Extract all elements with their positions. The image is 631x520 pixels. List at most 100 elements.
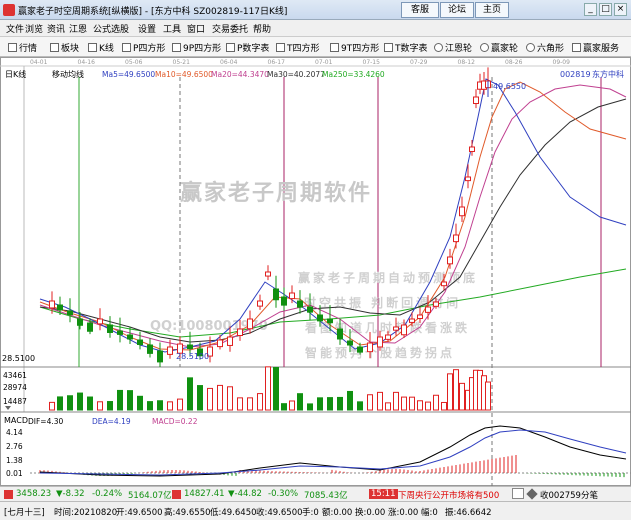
macd-tick: 1.38 — [6, 456, 23, 465]
volume-bar — [385, 402, 391, 411]
menu-trade[interactable]: 交易委托 — [212, 22, 248, 35]
customer-service-link[interactable]: 客服 — [401, 2, 439, 18]
candle-body — [469, 146, 475, 152]
volume-bar — [67, 395, 73, 411]
menu-tools[interactable]: 工具 — [163, 22, 181, 35]
sh-index-percent: -0.24% — [92, 489, 123, 499]
menu-help[interactable]: 帮助 — [253, 22, 271, 35]
volume-bar — [485, 381, 491, 411]
chart-svg[interactable]: 04-01 04-16 05-06 05-21 06-04 06-17 07-01 07-15… — [0, 57, 631, 486]
macd-value-label: MACD=0.22 — [152, 417, 198, 426]
tool-t-square[interactable]: T四方形 — [276, 41, 320, 54]
menu-window[interactable]: 窗口 — [187, 22, 205, 35]
volume-bar — [97, 401, 103, 411]
p-number-icon — [226, 43, 235, 52]
macd-tick: 0.01 — [6, 469, 23, 478]
gann-wheel-icon — [434, 43, 443, 52]
volume-bar — [237, 397, 243, 411]
volume-bar — [433, 394, 439, 411]
shenzhen-index-icon — [172, 490, 181, 499]
candle-body — [77, 318, 83, 326]
status-close: 收:49.6500 — [256, 508, 303, 518]
tool-sector[interactable]: 板块 — [50, 41, 79, 54]
candle-body — [87, 322, 93, 332]
tool-hexagon[interactable]: 六角形 — [526, 41, 564, 54]
menu-news[interactable]: 资讯 — [47, 22, 65, 35]
macd-label: MACD — [4, 416, 28, 425]
candle-body — [57, 304, 63, 311]
volume-bar — [127, 390, 133, 411]
candle-body — [49, 300, 55, 309]
volume-bar — [327, 397, 333, 411]
minimize-button[interactable]: _ — [584, 3, 597, 16]
volume-bar — [347, 390, 353, 411]
tool-kline[interactable]: K线 — [88, 41, 114, 54]
volume-bar — [187, 377, 193, 411]
lunar-date: [七月十三] — [4, 508, 45, 518]
tool-9t-square[interactable]: 9T四方形 — [330, 41, 379, 54]
menu-settings[interactable]: 设置 — [138, 22, 156, 35]
tool-t-number-table[interactable]: T数字表 — [384, 41, 428, 54]
clock: 15:11 — [369, 489, 398, 499]
volume-bar — [77, 392, 83, 411]
9p-square-icon — [172, 43, 181, 52]
tool-p-square[interactable]: P四方形 — [122, 41, 165, 54]
tool-p-number-table[interactable]: P数字表 — [226, 41, 269, 54]
sz-index-value: 14827.41 — [184, 489, 225, 499]
close-button[interactable]: × — [614, 3, 627, 16]
menu-gann[interactable]: 江恩 — [69, 22, 87, 35]
hexagon-icon — [526, 43, 535, 52]
volume-bar — [409, 396, 415, 411]
tool-winner-service[interactable]: 赢家服务 — [572, 41, 619, 54]
date-tick: 07-01 — [315, 59, 333, 66]
candle-body — [167, 346, 173, 355]
date-tick: 04-01 — [30, 59, 48, 66]
ma250-label: Ma250=33.4260 — [322, 70, 385, 79]
volume-bar — [227, 386, 233, 411]
homepage-link[interactable]: 主页 — [475, 2, 509, 18]
candle-body — [441, 281, 447, 287]
ma5-line — [39, 78, 627, 353]
menu-browse[interactable]: 浏览 — [25, 22, 43, 35]
candle-body — [393, 326, 399, 331]
candle-body — [357, 346, 363, 353]
tool-quotes[interactable]: 行情 — [8, 41, 37, 54]
maximize-button[interactable]: □ — [599, 3, 612, 16]
tool-9p-square[interactable]: 9P四方形 — [172, 41, 221, 54]
scroll-down-icon[interactable] — [5, 406, 11, 410]
ma10-label: Ma10=49.6500 — [155, 70, 213, 79]
ma5-label: Ma5=49.6500 — [102, 70, 155, 79]
chart-panel[interactable]: 04-01 04-16 05-06 05-21 06-04 06-17 07-01 07-15… — [0, 57, 631, 486]
candle-body — [417, 314, 423, 320]
watermark-title: 赢家老子周期软件 — [180, 180, 372, 206]
9t-square-icon — [330, 43, 339, 52]
candle-body — [317, 314, 323, 322]
candle-body — [257, 300, 263, 307]
tool-gann-wheel[interactable]: 江恩轮 — [434, 41, 472, 54]
volume-bar — [459, 382, 465, 411]
macd-tick: 4.14 — [6, 428, 23, 437]
volume-bar — [167, 401, 173, 411]
sector-icon — [50, 43, 59, 52]
menu-file[interactable]: 文件 — [6, 22, 24, 35]
news-scroll-icon[interactable] — [512, 488, 524, 499]
indicator-title: 移动均线 — [52, 69, 84, 79]
volume-bar — [441, 401, 447, 411]
candle-body — [217, 339, 223, 348]
news-ticker[interactable]: 下周央行公开市场将有500 — [398, 489, 510, 501]
sz-index-change: ▼-44.82 — [228, 489, 262, 499]
menu-formula[interactable]: 公式选股 — [93, 22, 129, 35]
volume-bar — [337, 396, 343, 411]
status-bar: [七月十三] 时间:20210820 开:49.6500 高:49.6550 低… — [0, 501, 631, 520]
sz-index-amount: 7085.43亿 — [304, 491, 348, 501]
candle-body — [137, 339, 143, 346]
tool-winner-wheel[interactable]: 赢家轮 — [480, 41, 518, 54]
panel-label: 日K线 — [5, 69, 26, 79]
volume-bar — [289, 400, 295, 411]
forum-link[interactable]: 论坛 — [440, 2, 474, 18]
t-number-icon — [384, 43, 393, 52]
quotes-icon — [8, 43, 17, 52]
volume-bar — [57, 396, 63, 411]
candle-body — [157, 350, 163, 363]
tick-notice: 收002759分笔 — [540, 491, 598, 501]
